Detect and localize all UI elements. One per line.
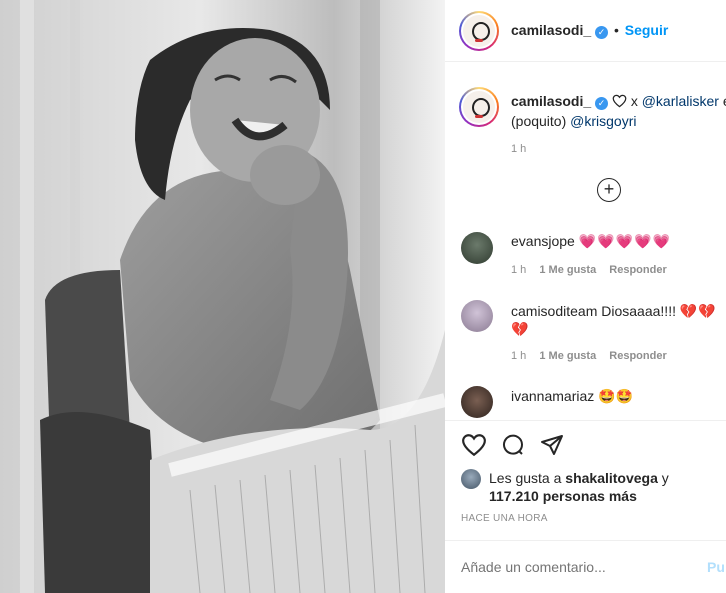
commenter-avatar[interactable] [461, 232, 493, 264]
comment-form: Pu [445, 540, 726, 593]
reply-button[interactable]: Responder [609, 350, 666, 362]
post-photo-artwork [0, 0, 445, 593]
heart-outline-icon[interactable] [461, 433, 487, 460]
commenter-avatar[interactable] [461, 386, 493, 418]
comment-emoji-line2: 💔 [511, 321, 530, 337]
follow-button[interactable]: Seguir [625, 22, 669, 38]
post-actions: Les gusta a shakalitovega y 117.210 pers… [445, 420, 726, 530]
comment-text: 🤩🤩 [598, 388, 634, 404]
author-username[interactable]: camilasodi_ [511, 22, 591, 38]
caption-avatar[interactable] [459, 87, 499, 127]
caption-text-poquito: (poquito) [511, 113, 567, 129]
post-header: camilasodi_ ✓ • Seguir [445, 0, 726, 62]
comment-likes[interactable]: 1 Me gusta [539, 350, 596, 362]
comment-username[interactable]: evansjope [511, 233, 575, 249]
comment-bubble-icon[interactable] [501, 433, 525, 460]
post-caption: camilasodi_ ✓ x @karlalisker en (poquito… [511, 92, 726, 158]
comment-text: Diosaaaa!!!! [601, 303, 676, 319]
plus-circle-icon[interactable]: + [597, 178, 621, 202]
comment-time: 1 h [511, 264, 527, 276]
post-photo[interactable] [0, 0, 445, 593]
comment-username[interactable]: ivannamariaz [511, 388, 594, 404]
post-timestamp: HACE UNA HORA [461, 513, 548, 524]
verified-badge-icon: ✓ [595, 26, 609, 39]
caption-username[interactable]: camilasodi_ [511, 93, 591, 109]
separator-dot: • [613, 22, 619, 38]
comment-emoji: 💔💔 [679, 303, 717, 319]
post-sidebar: camilasodi_ ✓ • Seguir camilasodi_ ✓ x @… [445, 0, 726, 593]
comment-row: evansjope 💗💗💗💗💗 [511, 233, 671, 250]
liker-avatar[interactable] [461, 469, 481, 489]
comment-meta: 1 h 1 Me gusta Responder [511, 264, 667, 276]
comment-likes[interactable]: 1 Me gusta [539, 264, 596, 276]
likes-count[interactable]: 117.210 personas más [489, 488, 637, 504]
caption-time: 1 h [511, 143, 527, 155]
heart-outline-icon [612, 94, 627, 112]
mention-karlalisker[interactable]: @karlalisker [642, 93, 719, 109]
comment-input[interactable] [461, 555, 681, 579]
comment-meta: 1 h 1 Me gusta Responder [511, 350, 667, 362]
publish-button[interactable]: Pu [707, 559, 725, 575]
comment-text: 💗💗💗💗💗 [578, 233, 671, 249]
paper-plane-icon[interactable] [540, 433, 564, 460]
comment-row: camisoditeam Diosaaaa!!!! 💔💔 💔 [511, 302, 717, 338]
comment-row: ivannamariaz 🤩🤩 [511, 388, 633, 405]
comment-time: 1 h [511, 350, 527, 362]
likes-prefix: Les gusta a [489, 470, 562, 486]
comment-username[interactable]: camisoditeam [511, 303, 597, 319]
reply-button[interactable]: Responder [609, 264, 666, 276]
author-avatar[interactable] [459, 11, 499, 51]
verified-badge-icon: ✓ [595, 97, 609, 110]
likes-summary: Les gusta a shakalitovega y 117.210 pers… [489, 469, 719, 505]
caption-text-x: x [630, 93, 638, 109]
liker-username[interactable]: shakalitovega [565, 470, 658, 486]
mention-krisgoyri[interactable]: @krisgoyri [570, 113, 636, 129]
likes-and: y [661, 470, 669, 486]
commenter-avatar[interactable] [461, 300, 493, 332]
